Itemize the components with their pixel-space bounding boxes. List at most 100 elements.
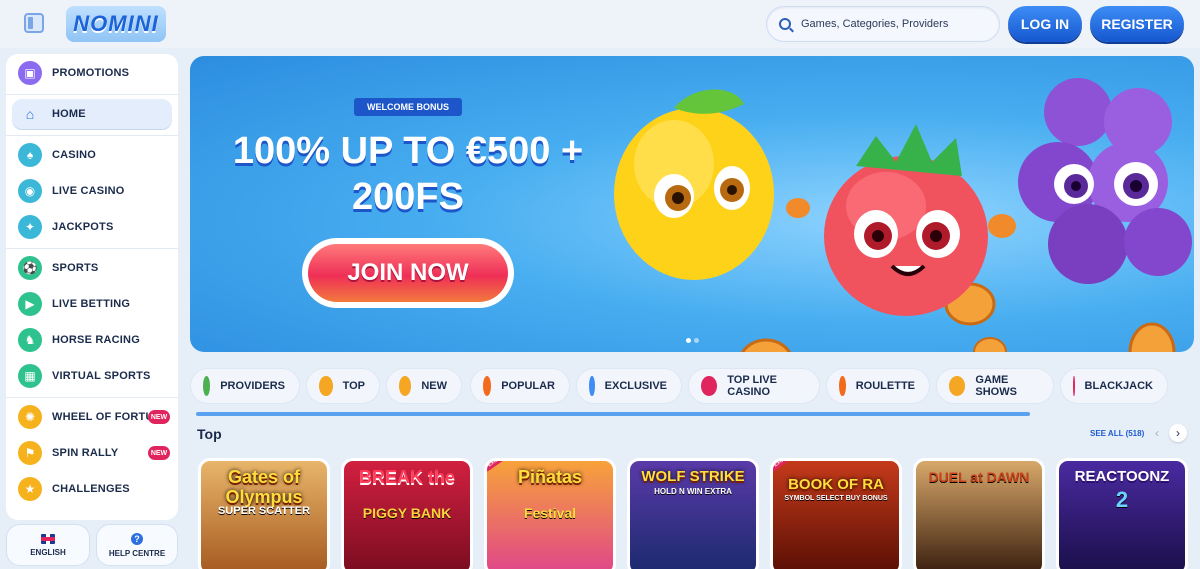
logo[interactable]: NOMINI: [66, 6, 166, 42]
sidebar-item-casino[interactable]: ♠ CASINO: [12, 140, 172, 170]
uk-flag-icon: [41, 533, 55, 544]
language-button[interactable]: ENGLISH: [6, 524, 90, 566]
banner-title: 100% UP TO €500 + 200FS: [220, 128, 596, 220]
banner-title-line: 100% UP TO €500 +: [232, 130, 584, 172]
chevron-left-icon[interactable]: ‹: [1148, 424, 1166, 442]
help-centre-button[interactable]: ? HELP CENTRE: [96, 524, 178, 566]
football-icon: ⚽: [18, 256, 42, 280]
home-icon: ⌂: [25, 106, 35, 122]
carousel-dot[interactable]: [686, 338, 691, 343]
category-providers[interactable]: PROVIDERS: [190, 368, 300, 404]
game-subtitle: PIGGY BANK: [362, 505, 452, 521]
login-button[interactable]: LOG IN: [1008, 6, 1082, 42]
category-blackjack[interactable]: BLACKJACK: [1060, 368, 1168, 404]
game-subtitle: 2: [1115, 487, 1129, 512]
sidebar: ▣ PROMOTIONS ⌂ HOME ♠ CASINO ◉ LIVE CASI…: [6, 54, 178, 520]
exclusive-ribbon: EXCLUSIVE: [773, 461, 804, 472]
sidebar-item-spin-rally[interactable]: ⚑ SPIN RALLY NEW: [12, 438, 172, 468]
live-icon: ▶: [18, 292, 42, 316]
gameshow-icon: [949, 376, 966, 396]
category-scrollbar[interactable]: [196, 412, 1030, 416]
chevron-right-icon[interactable]: ›: [1169, 424, 1187, 442]
horse-icon: ♞: [18, 328, 42, 352]
fire-icon: [483, 376, 492, 396]
category-label: ROULETTE: [855, 380, 915, 392]
divider: [6, 135, 178, 136]
search-bar[interactable]: [766, 6, 1000, 42]
help-icon: ?: [131, 532, 143, 545]
join-now-button[interactable]: JOIN NOW: [302, 238, 514, 308]
spade-icon: ♠: [18, 143, 42, 167]
language-label: ENGLISH: [30, 547, 66, 557]
category-exclusive[interactable]: EXCLUSIVE: [576, 368, 682, 404]
roulette-icon: [839, 376, 846, 396]
category-roulette[interactable]: ROULETTE: [826, 368, 930, 404]
game-title: Gates of Olympus: [225, 467, 303, 507]
chip-icon: ◉: [18, 179, 42, 203]
sidebar-item-label: HORSE RACING: [52, 334, 140, 346]
game-subtitle: SUPER SCATTER: [217, 505, 311, 517]
game-tile[interactable]: EXCLUSIVE Piñatas Festival: [484, 458, 616, 569]
register-button[interactable]: REGISTER: [1090, 6, 1184, 42]
category-label: EXCLUSIVE: [604, 380, 667, 392]
game-tile[interactable]: REACTOONZ 2: [1056, 458, 1188, 569]
rally-icon: ⚑: [18, 441, 42, 465]
category-popular[interactable]: POPULAR: [470, 368, 570, 404]
sidebar-item-jackpots[interactable]: ✦ JACKPOTS: [12, 212, 172, 242]
diamond-icon: [589, 376, 595, 396]
help-label: HELP CENTRE: [108, 548, 166, 558]
top-header: NOMINI LOG IN REGISTER: [0, 0, 1200, 48]
providers-icon: [203, 376, 211, 396]
game-title: BREAK the: [358, 467, 455, 487]
see-all-link[interactable]: SEE ALL (518): [1090, 429, 1144, 438]
sidebar-item-virtual-sports[interactable]: ▦ VIRTUAL SPORTS: [12, 361, 172, 391]
category-label: POPULAR: [501, 380, 555, 392]
divider: [6, 94, 178, 95]
sidebar-item-label: PROMOTIONS: [52, 67, 130, 79]
sidebar-toggle-icon[interactable]: [24, 13, 44, 33]
logo-text: NOMINI: [73, 11, 159, 36]
banner-title-line: 200FS: [352, 176, 464, 218]
sidebar-item-promotions[interactable]: ▣ PROMOTIONS: [12, 58, 172, 88]
virtual-icon: ▦: [18, 364, 42, 388]
game-tile[interactable]: BREAK the PIGGY BANK: [341, 458, 473, 569]
dice-icon: [701, 376, 718, 396]
sidebar-item-home[interactable]: ⌂ HOME: [12, 99, 172, 129]
join-now-label: JOIN NOW: [308, 244, 508, 302]
sidebar-item-label: CHALLENGES: [52, 483, 130, 495]
divider: [6, 397, 178, 398]
game-tile[interactable]: WOLF STRIKE HOLD N WIN EXTRA: [627, 458, 759, 569]
challenge-icon: ★: [18, 477, 42, 501]
category-label: NEW: [421, 380, 447, 392]
category-label: BLACKJACK: [1084, 380, 1153, 392]
carousel-dot[interactable]: [694, 338, 699, 343]
category-label: TOP LIVE CASINO: [727, 374, 777, 398]
sidebar-item-live-casino[interactable]: ◉ LIVE CASINO: [12, 176, 172, 206]
sidebar-item-label: CASINO: [52, 149, 96, 161]
carousel-dots: [686, 338, 699, 343]
promo-banner[interactable]: WELCOME BONUS 100% UP TO €500 + 200FS JO…: [190, 56, 1194, 352]
sidebar-item-horse-racing[interactable]: ♞ HORSE RACING: [12, 325, 172, 355]
sidebar-item-wheel-of-fortune[interactable]: ✺ WHEEL OF FORTUNE NEW: [12, 402, 172, 432]
new-badge: NEW: [148, 410, 170, 424]
sidebar-item-label: VIRTUAL SPORTS: [52, 370, 151, 382]
sidebar-item-challenges[interactable]: ★ CHALLENGES: [12, 474, 172, 504]
divider: [6, 248, 178, 249]
category-label: PROVIDERS: [220, 380, 285, 392]
sidebar-item-sports[interactable]: ⚽ SPORTS: [12, 253, 172, 283]
category-new[interactable]: NEW: [386, 368, 462, 404]
game-tile[interactable]: DUEL at DAWN: [913, 458, 1045, 569]
sidebar-item-label: SPIN RALLY: [52, 447, 119, 459]
sidebar-item-live-betting[interactable]: ▶ LIVE BETTING: [12, 289, 172, 319]
category-top-live-casino[interactable]: TOP LIVE CASINO: [688, 368, 820, 404]
category-game-shows[interactable]: GAME SHOWS: [936, 368, 1054, 404]
game-tile[interactable]: EXCLUSIVE BOOK OF RA SYMBOL SELECT BUY B…: [770, 458, 902, 569]
crown-icon: [319, 376, 333, 396]
category-top[interactable]: TOP: [306, 368, 380, 404]
game-tile[interactable]: Gates of Olympus SUPER SCATTER: [198, 458, 330, 569]
search-input[interactable]: [801, 18, 981, 30]
game-title: Piñatas: [517, 467, 583, 487]
wheel-icon: ✺: [18, 405, 42, 429]
game-title: DUEL at DAWN: [928, 469, 1030, 485]
game-title: BOOK OF RA: [788, 476, 884, 493]
